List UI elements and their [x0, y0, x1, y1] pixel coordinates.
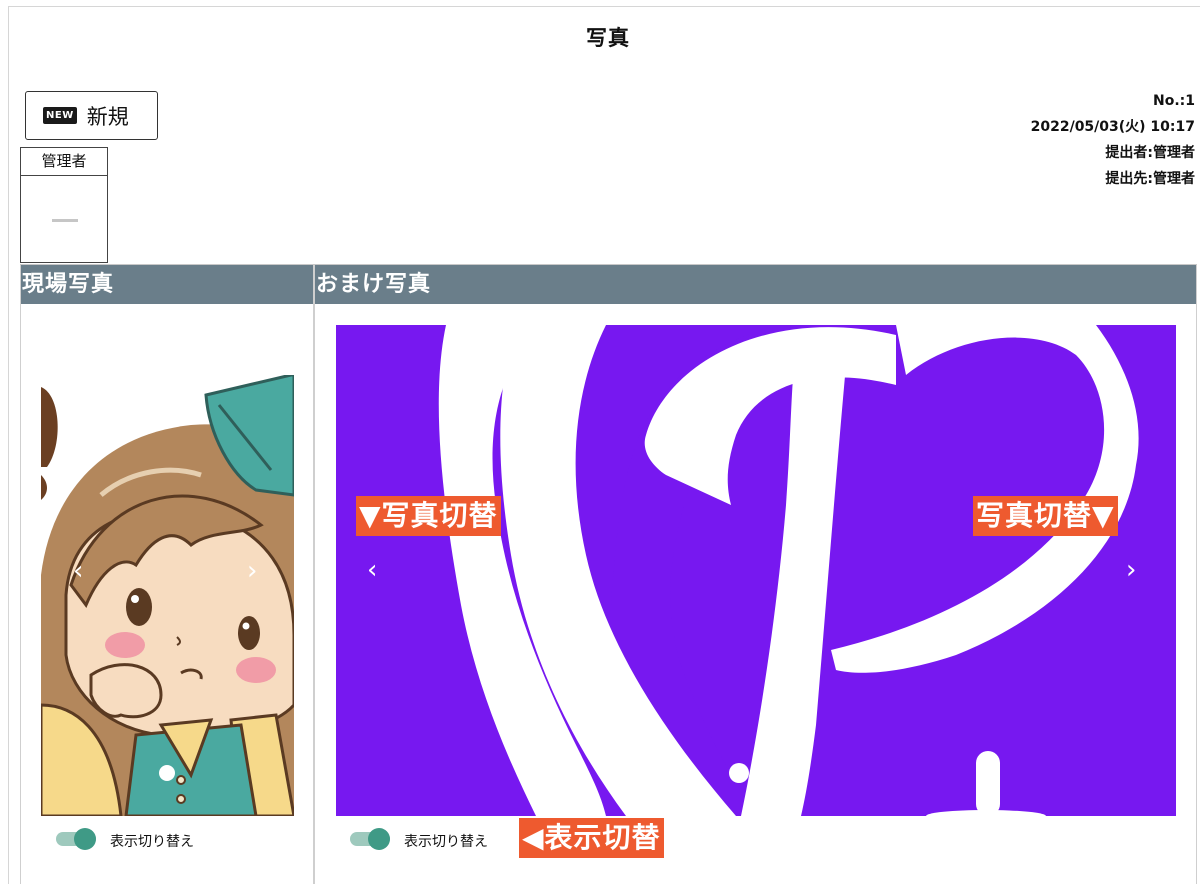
document-datetime: 2022/05/03(火) 10:17 [1030, 119, 1195, 135]
site-photo-indicator-dot[interactable] [159, 765, 175, 781]
document-recipient: 提出先:管理者 [1105, 171, 1195, 187]
photo-switch-callout-right: 写真切替▼ [973, 496, 1118, 536]
bonus-photo-carousel[interactable]: ‹ › ▼写真切替 写真切替▼ [336, 325, 1176, 816]
approval-stamp-empty-mark [52, 219, 78, 222]
site-photo-prev-icon[interactable]: ‹ [73, 558, 83, 584]
document-submitter: 提出者:管理者 [1105, 145, 1195, 161]
bonus-photo-prev-icon[interactable]: ‹ [367, 557, 377, 583]
panel-site-photos-title: 現場写真 [21, 265, 313, 304]
bonus-photo-image [336, 325, 1176, 816]
site-photo-next-icon[interactable]: › [247, 558, 257, 584]
approval-stamp-box: 管理者 [20, 147, 108, 263]
bonus-photo-next-icon[interactable]: › [1126, 557, 1136, 583]
page-title: 写真 [586, 26, 630, 50]
toggle-knob [74, 828, 96, 850]
bonus-photo-display-toggle[interactable] [350, 828, 392, 850]
site-photo-image [41, 375, 294, 816]
photo-panels: 現場写真 ‹ › 表示切り替え おまけ写真 ‹ › ▼写真切替 写真切替▼ 表示… [20, 264, 1197, 884]
site-photo-display-toggle[interactable] [56, 828, 98, 850]
panel-bonus-photos-title: おまけ写真 [315, 265, 1196, 304]
document-meta: No.:1 2022/05/03(火) 10:17 提出者:管理者 提出先:管理… [1031, 88, 1195, 192]
approval-stamp-title: 管理者 [21, 148, 107, 176]
new-button[interactable]: NEW 新規 [25, 91, 158, 140]
panel-site-photos: 現場写真 ‹ › 表示切り替え [20, 265, 314, 884]
new-badge-icon: NEW [43, 107, 77, 124]
bonus-photo-toggle-label: 表示切り替え [404, 834, 488, 850]
toggle-knob [368, 828, 390, 850]
site-photo-toggle-label: 表示切り替え [110, 834, 194, 850]
new-button-label: 新規 [86, 104, 129, 129]
display-switch-callout: ◀表示切替 [519, 818, 664, 858]
document-number: No.:1 [1153, 93, 1195, 109]
panel-bonus-photos: おまけ写真 ‹ › ▼写真切替 写真切替▼ 表示切り替え ◀表示切替 [314, 265, 1197, 884]
photo-switch-callout-left: ▼写真切替 [356, 496, 501, 536]
site-photo-carousel[interactable]: ‹ › [41, 375, 294, 816]
